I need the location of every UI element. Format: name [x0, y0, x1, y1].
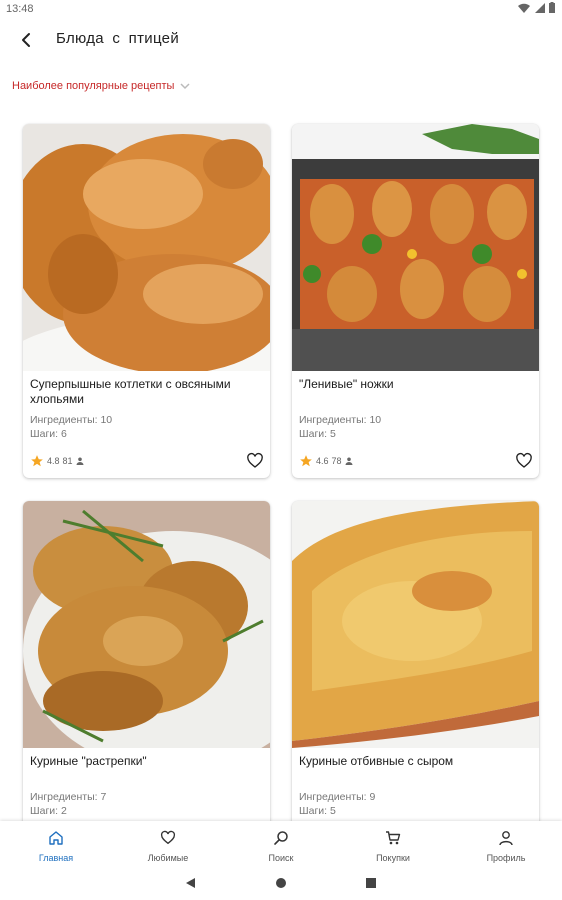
chevron-down-icon: [180, 83, 190, 90]
nav-item-home[interactable]: Главная: [16, 821, 96, 868]
battery-icon: [549, 2, 555, 13]
person-small-icon: [76, 457, 84, 465]
person-icon: [499, 831, 513, 846]
recipe-ingredients: Ингредиенты: 10: [30, 414, 113, 426]
system-navigation-bar: [0, 868, 562, 900]
recipe-photo: [23, 501, 270, 748]
bottom-navigation: Главная Любимые Поиск Покупки Профиль: [0, 821, 562, 868]
favorite-heart-icon[interactable]: [246, 452, 264, 470]
recipe-steps: Шаги: 5: [299, 805, 336, 817]
recipe-title: Суперпышные котлетки с овсяными хлопьями: [30, 377, 231, 406]
status-bar: 13:48: [0, 0, 562, 18]
recipe-rating: 4.6 78: [299, 454, 353, 468]
reviews-count: 78: [331, 456, 342, 466]
system-home-icon[interactable]: [275, 877, 287, 889]
sort-label: Наиболее популярные рецепты: [12, 80, 175, 92]
status-time: 13:48: [6, 3, 34, 15]
heart-icon: [160, 830, 176, 845]
recipe-card[interactable]: "Ленивые" ножки Ингредиенты: 10 Шаги: 5 …: [292, 124, 539, 478]
recipe-card[interactable]: Куриные "растрепки" Ингредиенты: 7 Шаги:…: [23, 501, 270, 831]
recipe-card[interactable]: Суперпышные котлетки с овсяными хлопьями…: [23, 124, 270, 478]
nav-label: Профиль: [486, 853, 526, 863]
nav-item-favorites[interactable]: Любимые: [128, 821, 208, 868]
star-icon: [31, 455, 43, 467]
sort-dropdown[interactable]: Наиболее популярные рецепты: [12, 80, 191, 92]
recipe-ingredients: Ингредиенты: 10: [299, 414, 382, 426]
star-icon: [300, 455, 312, 467]
recipe-title: Куриные "растрепки": [30, 754, 147, 768]
nav-label: Покупки: [376, 853, 410, 863]
wifi-icon: [518, 3, 530, 13]
recipe-ingredients: Ингредиенты: 7: [30, 791, 107, 803]
status-icons: [518, 2, 556, 14]
rating-value: 4.6: [316, 456, 329, 466]
cart-icon: [386, 831, 401, 845]
page-title: Блюда с птицей: [56, 30, 179, 47]
recipe-steps: Шаги: 5: [299, 428, 336, 440]
nav-label: Поиск: [268, 853, 294, 863]
back-arrow-icon[interactable]: [16, 29, 38, 51]
reviews-count: 81: [62, 456, 73, 466]
nav-item-shopping[interactable]: Покупки: [353, 821, 433, 868]
recipe-card[interactable]: Куриные отбивные с сыром Ингредиенты: 9 …: [292, 501, 539, 831]
recipe-photo: [23, 124, 270, 371]
recipe-steps: Шаги: 6: [30, 428, 67, 440]
recipe-title: Куриные отбивные с сыром: [299, 754, 454, 768]
recipe-title: "Ленивые" ножки: [299, 377, 394, 391]
signal-icon: [535, 3, 545, 13]
recipe-rating: 4.8 81: [30, 454, 84, 468]
recipe-photo: [292, 501, 539, 748]
top-app-bar: Блюда с птицей: [0, 18, 562, 62]
nav-item-search[interactable]: Поиск: [241, 821, 321, 868]
recipe-photo: [292, 124, 539, 371]
nav-label: Любимые: [147, 853, 189, 863]
nav-item-profile[interactable]: Профиль: [466, 821, 546, 868]
system-back-icon[interactable]: [185, 877, 197, 889]
person-small-icon: [345, 457, 353, 465]
nav-label: Главная: [38, 853, 74, 863]
home-icon: [49, 831, 63, 845]
recipe-steps: Шаги: 2: [30, 805, 67, 817]
favorite-heart-icon[interactable]: [515, 452, 533, 470]
search-icon: [274, 831, 288, 845]
rating-value: 4.8: [47, 456, 60, 466]
system-recents-icon[interactable]: [365, 877, 377, 889]
recipe-ingredients: Ингредиенты: 9: [299, 791, 376, 803]
